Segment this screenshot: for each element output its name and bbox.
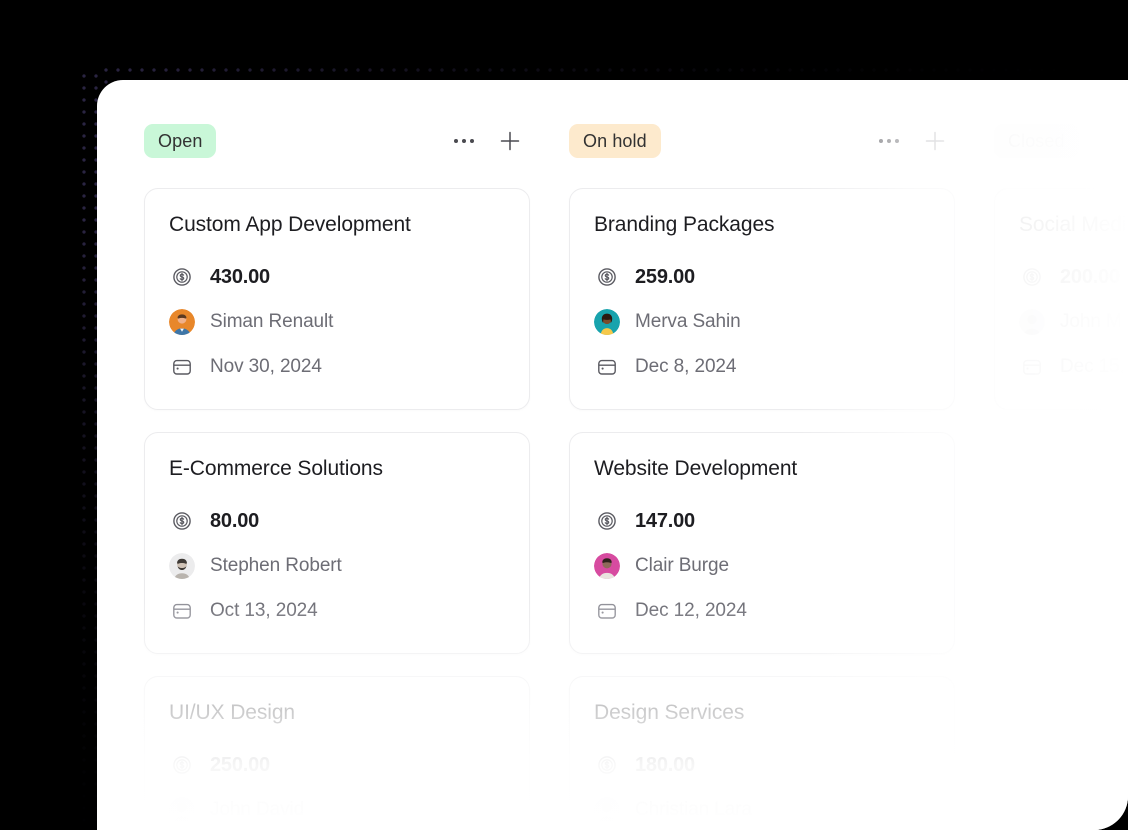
column-header-on-hold: On hold: [569, 124, 955, 158]
deal-card-amount-row: 147.00: [594, 505, 930, 537]
deal-card-date: Oct 13, 2024: [210, 600, 318, 621]
column-header-closed: Closed: [994, 124, 1128, 158]
plus-icon[interactable]: [922, 128, 948, 154]
kanban-board: Open Custom App Development 430.00 Siman…: [97, 80, 1128, 830]
deal-card-date-row: Nov 30, 2024: [169, 351, 505, 383]
calendar-icon: [169, 598, 195, 624]
deal-card-person: Christian Lara: [635, 799, 752, 820]
avatar: [169, 309, 195, 335]
deal-card-date: Dec 12, 2024: [635, 600, 747, 621]
deal-card-person: Stephen Robert: [210, 555, 342, 576]
deal-card-amount: 147.00: [635, 509, 695, 532]
deal-card-title: Social Media Marketing: [1019, 213, 1128, 236]
deal-card-amount: 80.00: [210, 509, 260, 532]
avatar: [594, 797, 620, 823]
deal-card-person-row: Christian Lara: [594, 794, 930, 826]
deal-card-person: Clair Burge: [635, 555, 729, 576]
calendar-icon: [594, 598, 620, 624]
deal-card[interactable]: Website Development 147.00 Clair Burge D…: [569, 432, 955, 654]
deal-card-person-row: John Martin: [1019, 306, 1128, 338]
card-list-closed: Social Media Marketing 200.00: [994, 188, 1128, 410]
deal-card[interactable]: Social Media Marketing 200.00: [994, 188, 1128, 410]
deal-card-amount-row: 430.00: [169, 261, 505, 293]
deal-card-person: Siman Renault: [210, 311, 334, 332]
deal-card[interactable]: E-Commerce Solutions 80.00 Stephen Rober…: [144, 432, 530, 654]
plus-icon[interactable]: [497, 128, 523, 154]
ellipsis-icon[interactable]: [451, 128, 477, 154]
deal-card-amount-row: 200.00: [1019, 261, 1128, 293]
deal-card-title: Custom App Development: [169, 213, 411, 236]
deal-card-person: John Martin: [1060, 311, 1128, 332]
board-column-on-hold: On hold Branding Packages 259.00 Merva S…: [569, 124, 955, 830]
deal-card-amount-row: 250.00: [169, 749, 505, 781]
dollar-coin-icon: [594, 508, 620, 534]
avatar: [169, 553, 195, 579]
deal-card-date-row: Oct 13, 2024: [169, 595, 505, 627]
dollar-coin-icon: [594, 752, 620, 778]
dollar-coin-icon: [169, 264, 195, 290]
deal-card-amount-row: 180.00: [594, 749, 930, 781]
card-list-open: Custom App Development 430.00 Siman Rena…: [144, 188, 530, 830]
status-badge-open[interactable]: Open: [144, 124, 217, 158]
deal-card[interactable]: Design Services 180.00 Christian Lara: [569, 676, 955, 830]
avatar: [1019, 309, 1045, 335]
deal-card-date: Dec 8, 2024: [635, 356, 737, 377]
deal-card-date-row: Dec 8, 2024: [594, 351, 930, 383]
screenshot-root: Open Custom App Development 430.00 Siman…: [0, 0, 1128, 830]
ellipsis-icon[interactable]: [876, 128, 902, 154]
deal-card-amount: 430.00: [210, 265, 270, 288]
dollar-coin-icon: [169, 508, 195, 534]
deal-card-title: Website Development: [594, 457, 798, 480]
board-column-open: Open Custom App Development 430.00 Siman…: [144, 124, 530, 830]
dollar-coin-icon: [1019, 264, 1045, 290]
calendar-icon: [169, 354, 195, 380]
calendar-icon: [594, 354, 620, 380]
column-actions-on-hold: [876, 128, 955, 154]
deal-card-amount: 180.00: [635, 753, 695, 776]
deal-card-person: Merva Sahin: [635, 311, 741, 332]
deal-card-person-row: Siman Renault: [169, 306, 505, 338]
card-list-on-hold: Branding Packages 259.00 Merva Sahin Dec…: [569, 188, 955, 830]
deal-card-person-row: Stephen Robert: [169, 550, 505, 582]
deal-card-person-row: John David: [169, 794, 505, 826]
deal-card[interactable]: Custom App Development 430.00 Siman Rena…: [144, 188, 530, 410]
deal-card-title: Branding Packages: [594, 213, 775, 236]
deal-card-amount-row: 259.00: [594, 261, 930, 293]
deal-card-date-row: Dec 15, 2024: [1019, 351, 1128, 383]
dollar-coin-icon: [594, 264, 620, 290]
deal-card-amount: 250.00: [210, 753, 270, 776]
status-badge-on-hold[interactable]: On hold: [569, 124, 661, 158]
deal-card-title: E-Commerce Solutions: [169, 457, 383, 480]
deal-card-date: Dec 15, 2024: [1060, 356, 1128, 377]
app-panel: Open Custom App Development 430.00 Siman…: [97, 80, 1128, 830]
deal-card-person: John David: [210, 799, 305, 820]
status-badge-closed[interactable]: Closed: [994, 124, 1079, 158]
avatar: [169, 797, 195, 823]
deal-card[interactable]: Branding Packages 259.00 Merva Sahin Dec…: [569, 188, 955, 410]
deal-card[interactable]: UI/UX Design 250.00 John David: [144, 676, 530, 830]
deal-card-person-row: Clair Burge: [594, 550, 930, 582]
deal-card-person-row: Merva Sahin: [594, 306, 930, 338]
deal-card-amount-row: 80.00: [169, 505, 505, 537]
avatar: [594, 309, 620, 335]
dollar-coin-icon: [169, 752, 195, 778]
deal-card-title: UI/UX Design: [169, 701, 296, 724]
column-header-open: Open: [144, 124, 530, 158]
column-actions-open: [451, 128, 530, 154]
deal-card-amount: 200.00: [1060, 265, 1120, 288]
deal-card-amount: 259.00: [635, 265, 695, 288]
deal-card-date-row: Dec 12, 2024: [594, 595, 930, 627]
deal-card-title: Design Services: [594, 701, 745, 724]
calendar-icon: [1019, 354, 1045, 380]
board-column-closed: Closed Social Media Ma: [994, 124, 1128, 830]
avatar: [594, 553, 620, 579]
deal-card-date: Nov 30, 2024: [210, 356, 322, 377]
